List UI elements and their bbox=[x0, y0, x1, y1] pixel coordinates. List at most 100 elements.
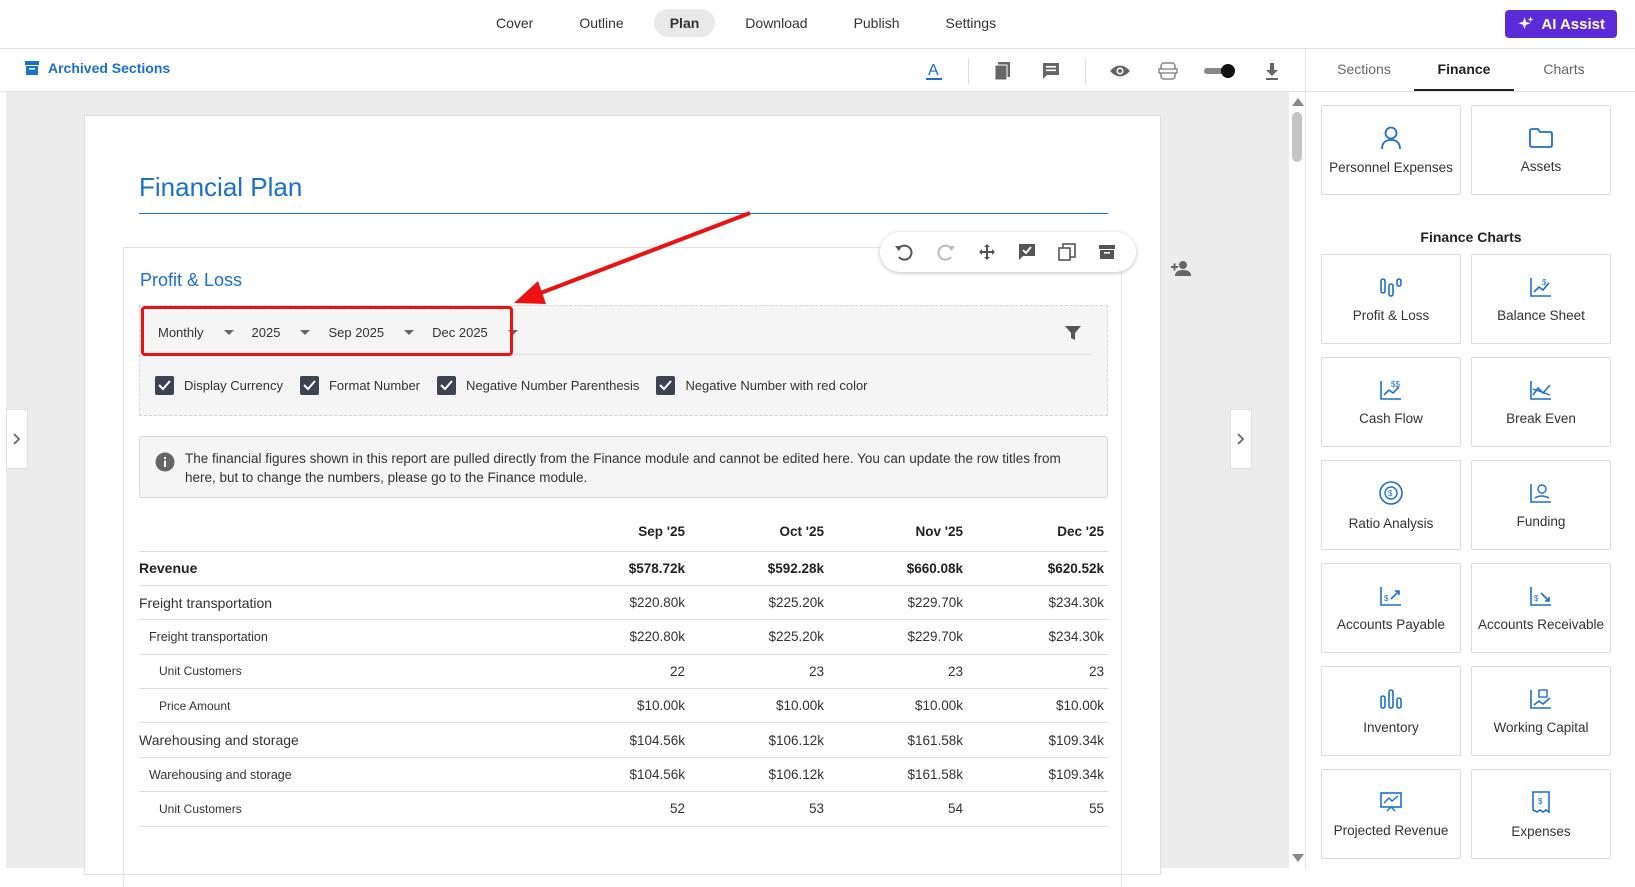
checkbox-label: Negative Number with red color bbox=[685, 378, 868, 393]
break-even-chart-card[interactable]: Break Even bbox=[1471, 357, 1611, 447]
row-value: $620.52k bbox=[967, 551, 1108, 586]
add-collaborator-icon[interactable] bbox=[1171, 260, 1191, 281]
personnel-expenses-card[interactable]: Personnel Expenses bbox=[1321, 105, 1461, 195]
collapse-right-panel-button[interactable] bbox=[1230, 409, 1252, 469]
row-title[interactable]: Unit Customers bbox=[139, 791, 549, 827]
scroll-up-arrow[interactable] bbox=[1292, 98, 1304, 106]
row-title[interactable]: Freight transportation bbox=[139, 585, 549, 621]
row-value: $10.00k bbox=[549, 688, 689, 724]
expand-left-panel-button[interactable] bbox=[6, 409, 28, 469]
tab-finance[interactable]: Finance bbox=[1414, 49, 1514, 91]
archived-sections-label: Archived Sections bbox=[48, 60, 171, 76]
tab-outline[interactable]: Outline bbox=[563, 9, 639, 37]
right-panel: Sections Finance Charts Personnel Expens… bbox=[1305, 49, 1635, 868]
card-label: Accounts Payable bbox=[1336, 616, 1446, 632]
right-panel-tabs: Sections Finance Charts bbox=[1306, 49, 1635, 92]
svg-text:$: $ bbox=[1542, 278, 1547, 287]
table-header-row: Sep '25 Oct '25 Nov '25 Dec '25 bbox=[139, 513, 1108, 552]
row-title[interactable]: Revenue bbox=[139, 551, 549, 586]
format-number-checkbox[interactable]: Format Number bbox=[299, 376, 420, 395]
text-color-icon[interactable]: A bbox=[920, 57, 948, 85]
workspace: Archived Sections A Financial Plan Profi… bbox=[0, 49, 1305, 887]
expenses-chart-card[interactable]: $ Expenses bbox=[1471, 769, 1611, 859]
eye-icon[interactable] bbox=[1106, 57, 1134, 85]
row-value: $660.08k bbox=[828, 551, 967, 586]
move-icon[interactable] bbox=[978, 243, 996, 261]
card-label: Balance Sheet bbox=[1497, 307, 1585, 323]
toolbar-divider bbox=[1085, 58, 1086, 84]
view-toggle-switch[interactable] bbox=[1202, 57, 1238, 85]
accounts-payable-chart-card[interactable]: $ Accounts Payable bbox=[1321, 563, 1461, 653]
page-layout-icon[interactable] bbox=[1154, 57, 1182, 85]
filter-icon[interactable] bbox=[1065, 325, 1081, 346]
row-value: $161.58k bbox=[828, 757, 967, 793]
table-row: Freight transportation $220.80k $225.20k… bbox=[139, 619, 1108, 655]
card-label: Cash Flow bbox=[1359, 410, 1423, 426]
page-title[interactable]: Financial Plan bbox=[139, 172, 302, 203]
copy-document-icon[interactable] bbox=[989, 57, 1017, 85]
row-value: $10.00k bbox=[828, 688, 967, 724]
accounts-receivable-chart-card[interactable]: $ Accounts Receivable bbox=[1471, 563, 1611, 653]
redo-icon[interactable] bbox=[936, 242, 956, 262]
card-label: Assets bbox=[1520, 158, 1562, 174]
tab-plan[interactable]: Plan bbox=[653, 9, 716, 37]
section-title[interactable]: Profit & Loss bbox=[140, 270, 242, 291]
section-floating-toolbar bbox=[880, 232, 1136, 272]
archive-section-icon[interactable] bbox=[1098, 243, 1116, 261]
column-header: Dec '25 bbox=[967, 513, 1108, 552]
info-text: The financial figures shown in this repo… bbox=[185, 451, 1061, 485]
row-value: $104.56k bbox=[549, 757, 689, 793]
table-row: Price Amount $10.00k $10.00k $10.00k $10… bbox=[139, 688, 1108, 724]
display-currency-checkbox[interactable]: Display Currency bbox=[155, 376, 283, 395]
inventory-chart-card[interactable]: Inventory bbox=[1321, 666, 1461, 756]
info-icon bbox=[155, 452, 175, 472]
row-title[interactable]: Warehousing and storage bbox=[139, 757, 549, 793]
tab-publish[interactable]: Publish bbox=[838, 9, 916, 37]
comment-check-icon[interactable] bbox=[1018, 243, 1036, 261]
tab-sections[interactable]: Sections bbox=[1314, 49, 1414, 91]
row-value: 23 bbox=[828, 654, 967, 690]
annotation-highlight-box bbox=[141, 306, 513, 356]
top-nav-bar: Cover Outline Plan Download Publish Sett… bbox=[0, 0, 1635, 49]
card-label: Accounts Receivable bbox=[1477, 616, 1605, 632]
funding-chart-card[interactable]: Funding bbox=[1471, 460, 1611, 550]
balance-sheet-chart-card[interactable]: $ Balance Sheet bbox=[1471, 254, 1611, 344]
tab-settings[interactable]: Settings bbox=[929, 9, 1012, 37]
ai-assist-button[interactable]: AI Assist bbox=[1505, 10, 1617, 38]
download-icon[interactable] bbox=[1258, 57, 1286, 85]
payable-icon: $ bbox=[1380, 586, 1401, 606]
sparkle-icon bbox=[1518, 16, 1534, 30]
document-canvas: Financial Plan Profit & Loss Monthly 202… bbox=[6, 92, 1289, 887]
row-title[interactable]: Freight transportation bbox=[139, 619, 549, 655]
cash-flow-chart-card[interactable]: $$ Cash Flow bbox=[1321, 357, 1461, 447]
negative-red-checkbox[interactable]: Negative Number with red color bbox=[656, 376, 868, 395]
duplicate-icon[interactable] bbox=[1058, 243, 1076, 261]
svg-text:$: $ bbox=[1388, 489, 1393, 498]
scroll-thumb[interactable] bbox=[1292, 112, 1302, 162]
expenses-icon: $ bbox=[1532, 790, 1550, 813]
document-toolbar: Archived Sections A bbox=[0, 49, 1305, 92]
tab-charts[interactable]: Charts bbox=[1514, 49, 1614, 91]
working-capital-chart-card[interactable]: Working Capital bbox=[1471, 666, 1611, 756]
profit-loss-chart-card[interactable]: Profit & Loss bbox=[1321, 254, 1461, 344]
checkbox-checked-icon bbox=[299, 376, 319, 395]
scroll-down-arrow[interactable] bbox=[1292, 854, 1304, 862]
format-options: Display Currency Format Number Negative … bbox=[155, 376, 885, 395]
checkbox-checked-icon bbox=[155, 376, 174, 395]
table-row: Warehousing and storage $104.56k $106.12… bbox=[139, 722, 1108, 758]
projected-revenue-chart-card[interactable]: Projected Revenue bbox=[1321, 769, 1461, 859]
row-title[interactable]: Unit Customers bbox=[139, 654, 549, 690]
tab-cover[interactable]: Cover bbox=[480, 9, 549, 37]
vertical-scrollbar[interactable] bbox=[1289, 92, 1305, 868]
ratio-analysis-chart-card[interactable]: $ Ratio Analysis bbox=[1321, 460, 1461, 550]
archived-sections-link[interactable]: Archived Sections bbox=[24, 60, 170, 76]
tab-download[interactable]: Download bbox=[729, 9, 823, 37]
assets-card[interactable]: Assets bbox=[1471, 105, 1611, 195]
row-title[interactable]: Warehousing and storage bbox=[139, 722, 549, 758]
row-title[interactable]: Price Amount bbox=[139, 688, 549, 724]
undo-icon[interactable] bbox=[894, 242, 914, 262]
negative-parenthesis-checkbox[interactable]: Negative Number Parenthesis bbox=[437, 376, 639, 395]
comment-icon[interactable] bbox=[1037, 57, 1065, 85]
info-notice: The financial figures shown in this repo… bbox=[139, 436, 1108, 498]
break-even-icon bbox=[1530, 380, 1551, 400]
